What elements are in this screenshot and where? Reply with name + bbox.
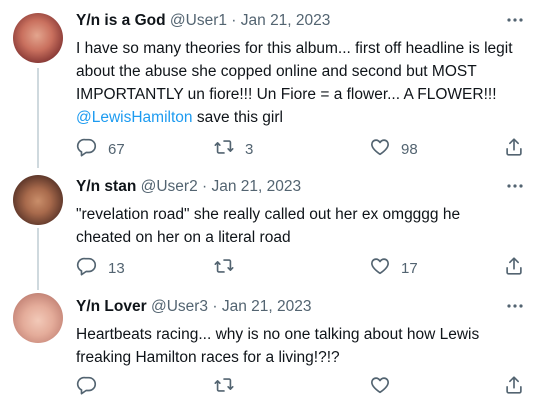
separator: · xyxy=(208,298,222,315)
tweet-actions: 13 17 xyxy=(76,256,526,280)
like-button[interactable]: 98 xyxy=(369,137,418,161)
reply-button[interactable]: 67 xyxy=(76,137,125,161)
separator: · xyxy=(197,178,212,195)
more-dots-icon[interactable] xyxy=(506,12,524,28)
reply-bubble-icon xyxy=(76,374,98,400)
like-count: 17 xyxy=(401,259,418,277)
timestamp[interactable]: Jan 21, 2023 xyxy=(241,12,331,29)
more-dots-icon[interactable] xyxy=(506,298,524,314)
avatar[interactable] xyxy=(13,13,63,63)
mention-link[interactable]: @LewisHamilton xyxy=(76,109,193,126)
tweet-header: Y/n Lover @User3 · Jan 21, 2023 xyxy=(76,296,311,318)
avatar[interactable] xyxy=(13,293,63,343)
tweet-text: I have so many theories for this album..… xyxy=(76,37,516,129)
tweet-2[interactable]: Y/n stan @User2 · Jan 21, 2023 "revelati… xyxy=(0,170,540,290)
timestamp[interactable]: Jan 21, 2023 xyxy=(211,178,301,195)
retweet-button[interactable] xyxy=(213,256,245,280)
share-upload-icon xyxy=(503,136,525,162)
separator: · xyxy=(226,12,241,29)
heart-icon xyxy=(369,374,391,400)
display-name[interactable]: Y/n is a God xyxy=(76,12,166,29)
tweet-text-part: save this girl xyxy=(192,109,283,126)
tweet-3[interactable]: Y/n Lover @User3 · Jan 21, 2023 Heartbea… xyxy=(0,290,540,410)
share-upload-icon xyxy=(503,374,525,400)
reply-count: 13 xyxy=(108,259,125,277)
reply-bubble-icon xyxy=(76,255,98,281)
retweet-arrows-icon xyxy=(213,255,235,281)
heart-icon xyxy=(369,136,391,162)
handle[interactable]: @User3 xyxy=(151,298,208,315)
tweet-1[interactable]: Y/n is a God @User1 · Jan 21, 2023 I hav… xyxy=(0,0,540,170)
display-name[interactable]: Y/n stan xyxy=(76,178,136,195)
tweet-text-part: I have so many theories for this album..… xyxy=(76,40,513,103)
retweet-button[interactable] xyxy=(213,375,245,399)
tweet-text: Heartbeats racing... why is no one talki… xyxy=(76,326,480,366)
display-name[interactable]: Y/n Lover xyxy=(76,298,147,315)
like-button[interactable] xyxy=(369,375,401,399)
retweet-arrows-icon xyxy=(213,374,235,400)
tweet-header: Y/n is a God @User1 · Jan 21, 2023 xyxy=(76,10,330,32)
reply-button[interactable]: 13 xyxy=(76,256,125,280)
more-dots-icon[interactable] xyxy=(506,178,524,194)
retweet-arrows-icon xyxy=(213,136,235,162)
reply-bubble-icon xyxy=(76,136,98,162)
retweet-button[interactable]: 3 xyxy=(213,137,253,161)
share-button[interactable] xyxy=(503,256,525,280)
tweet-header: Y/n stan @User2 · Jan 21, 2023 xyxy=(76,176,301,198)
reply-button[interactable] xyxy=(76,375,108,399)
like-button[interactable]: 17 xyxy=(369,256,418,280)
reply-count: 67 xyxy=(108,140,125,158)
like-count: 98 xyxy=(401,140,418,158)
tweet-actions xyxy=(76,375,526,399)
tweet-text: "revelation road" she really called out … xyxy=(76,206,461,246)
share-button[interactable] xyxy=(503,375,525,399)
handle[interactable]: @User2 xyxy=(141,178,198,195)
share-upload-icon xyxy=(503,255,525,281)
retweet-count: 3 xyxy=(245,140,254,158)
timestamp[interactable]: Jan 21, 2023 xyxy=(222,298,312,315)
handle[interactable]: @User1 xyxy=(170,12,227,29)
avatar[interactable] xyxy=(13,175,63,225)
heart-icon xyxy=(369,255,391,281)
tweet-actions: 67 3 98 xyxy=(76,137,526,161)
share-button[interactable] xyxy=(503,137,525,161)
